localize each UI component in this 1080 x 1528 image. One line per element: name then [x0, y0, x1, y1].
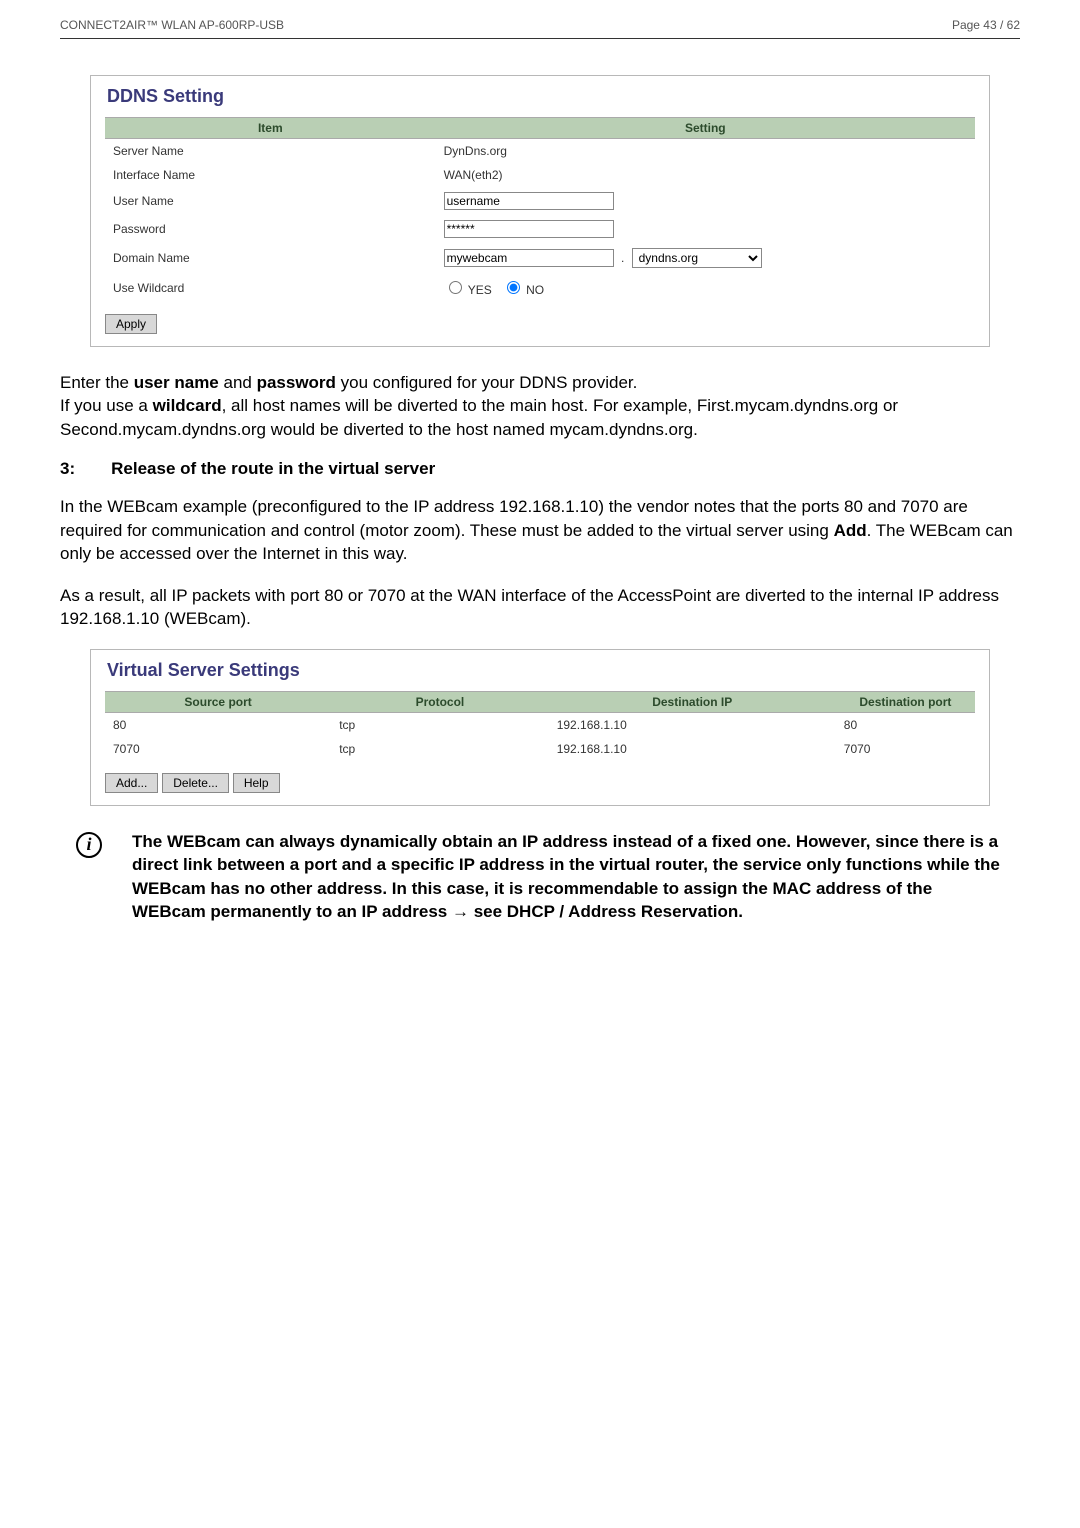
ddns-panel: DDNS Setting Item Setting Server Name Dy…	[90, 75, 990, 347]
table-row: 7070 tcp 192.168.1.10 7070	[105, 737, 975, 761]
vs-head-protocol: Protocol	[331, 691, 549, 713]
virtual-server-panel: Virtual Server Settings Source port Prot…	[90, 649, 990, 806]
ddns-head-setting: Setting	[436, 117, 975, 139]
apply-button[interactable]: Apply	[105, 314, 157, 334]
password-input[interactable]	[444, 220, 614, 238]
wildcard-no-label: NO	[502, 283, 544, 297]
domain-dot: .	[617, 251, 628, 265]
vs-head-source-port: Source port	[105, 691, 331, 713]
header-rule	[60, 38, 1020, 39]
interface-name-label: Interface Name	[105, 163, 436, 187]
vs-cell-dip-1: 192.168.1.10	[549, 737, 836, 761]
password-label: Password	[105, 215, 436, 243]
ddns-title: DDNS Setting	[107, 86, 975, 107]
info-note: i The WEBcam can always dynamically obta…	[76, 830, 1004, 924]
domain-name-label: Domain Name	[105, 243, 436, 273]
user-name-input[interactable]	[444, 192, 614, 210]
virtual-server-table: Source port Protocol Destination IP Dest…	[105, 691, 975, 761]
vs-cell-sp-0: 80	[105, 713, 331, 737]
ddns-head-item: Item	[105, 117, 436, 139]
wildcard-yes-label: YES	[444, 283, 492, 297]
paragraph-2: In the WEBcam example (preconfigured to …	[60, 495, 1020, 565]
interface-name-value: WAN(eth2)	[436, 163, 975, 187]
vs-cell-prot-0: tcp	[331, 713, 549, 737]
header-right: Page 43 / 62	[952, 18, 1020, 32]
section-heading: 3: Release of the route in the virtual s…	[60, 459, 1020, 479]
use-wildcard-label: Use Wildcard	[105, 273, 436, 302]
paragraph-1: Enter the user name and password you con…	[60, 371, 1020, 441]
server-name-value: DynDns.org	[436, 139, 975, 163]
wildcard-no-radio[interactable]	[507, 281, 520, 294]
heading-number: 3:	[60, 459, 75, 479]
vs-cell-prot-1: tcp	[331, 737, 549, 761]
info-note-text: The WEBcam can always dynamically obtain…	[132, 830, 1004, 924]
add-button[interactable]: Add...	[105, 773, 158, 793]
vs-head-dest-port: Destination port	[836, 691, 975, 713]
table-row: 80 tcp 192.168.1.10 80	[105, 713, 975, 737]
ddns-table: Item Setting Server Name DynDns.org Inte…	[105, 117, 975, 302]
domain-name-input[interactable]	[444, 249, 614, 267]
heading-text: Release of the route in the virtual serv…	[111, 459, 435, 479]
header-left: CONNECT2AIR™ WLAN AP-600RP-USB	[60, 18, 284, 32]
paragraph-3: As a result, all IP packets with port 80…	[60, 584, 1020, 631]
vs-cell-dp-0: 80	[836, 713, 975, 737]
vs-cell-sp-1: 7070	[105, 737, 331, 761]
domain-suffix-select[interactable]: dyndns.org	[632, 248, 762, 268]
vs-cell-dip-0: 192.168.1.10	[549, 713, 836, 737]
vs-cell-dp-1: 7070	[836, 737, 975, 761]
user-name-label: User Name	[105, 187, 436, 215]
server-name-label: Server Name	[105, 139, 436, 163]
wildcard-yes-radio[interactable]	[449, 281, 462, 294]
virtual-server-title: Virtual Server Settings	[107, 660, 975, 681]
info-icon: i	[76, 832, 102, 858]
help-button[interactable]: Help	[233, 773, 280, 793]
delete-button[interactable]: Delete...	[162, 773, 229, 793]
vs-head-dest-ip: Destination IP	[549, 691, 836, 713]
